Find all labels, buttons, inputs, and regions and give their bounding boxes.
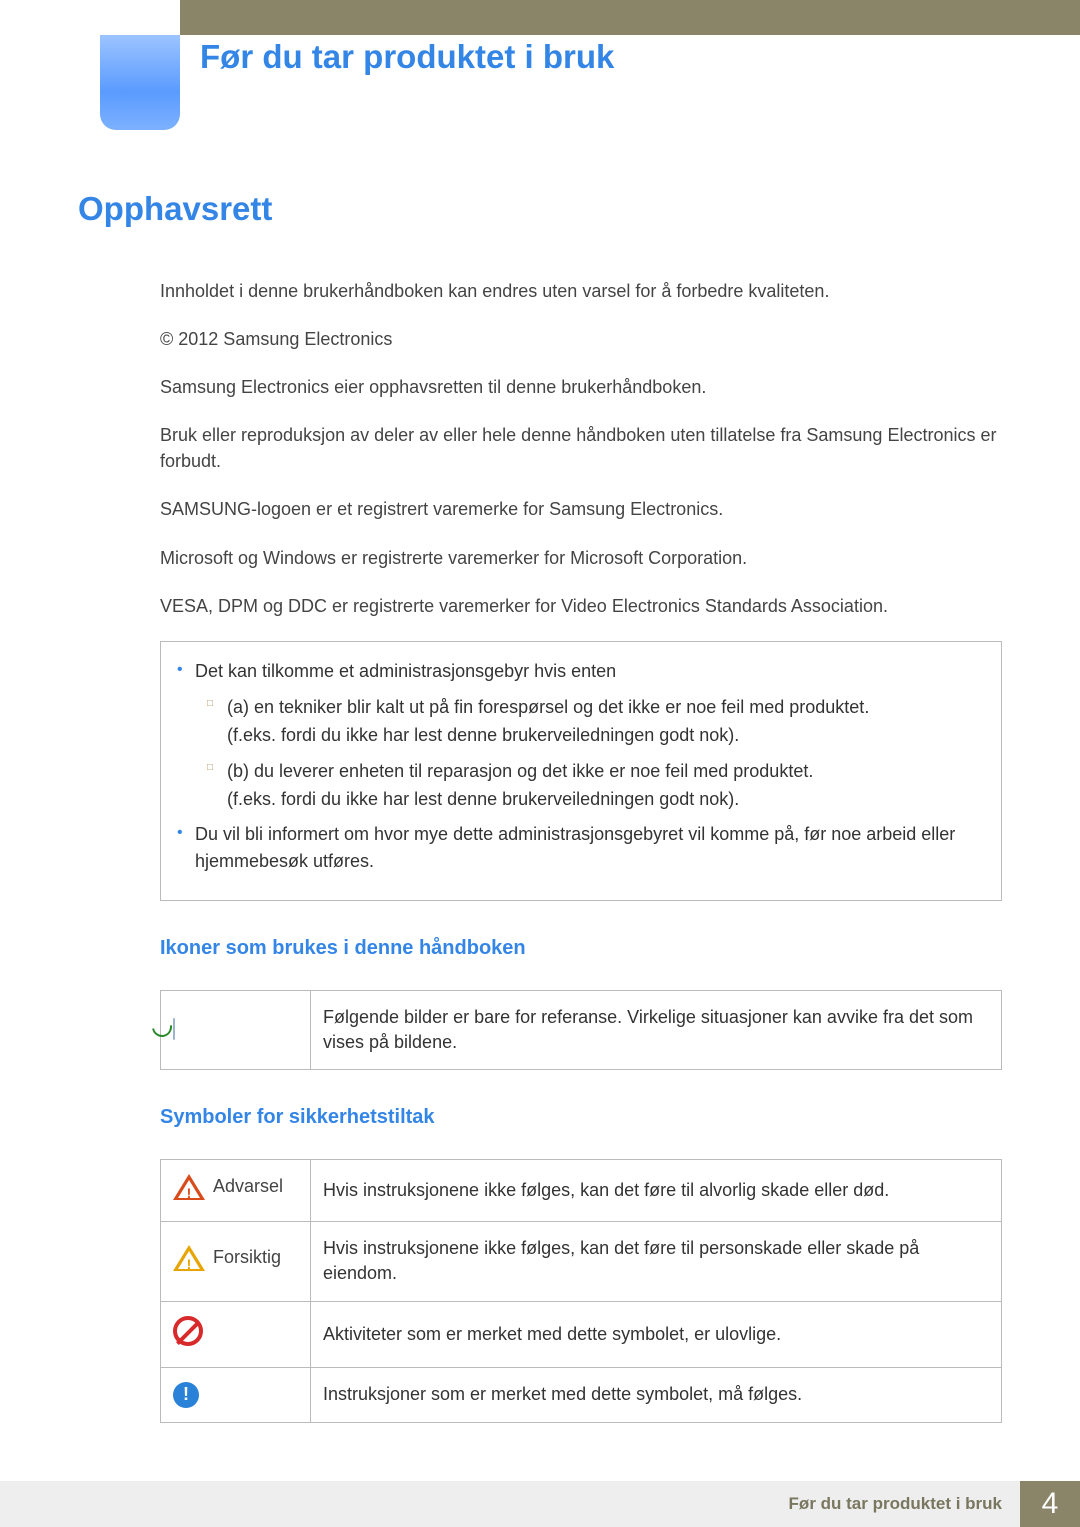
icon-cell bbox=[161, 1301, 311, 1367]
footer-page-number: 4 bbox=[1020, 1481, 1080, 1527]
mandatory-icon: ! bbox=[173, 1382, 199, 1408]
icon-cell: ! Forsiktig bbox=[161, 1222, 311, 1301]
warning-text: Hvis instruksjonene ikke følges, kan det… bbox=[311, 1159, 1002, 1221]
intro-p: Microsoft og Windows er registrerte vare… bbox=[160, 545, 1002, 571]
subsection-safety-title: Symboler for sikkerhetstiltak bbox=[160, 1106, 1002, 1129]
intro-p: Samsung Electronics eier opphavsretten t… bbox=[160, 374, 1002, 400]
table-row: Følgende bilder er bare for referanse. V… bbox=[161, 990, 1002, 1069]
admin-fee-note-box: Det kan tilkomme et administrasjonsgebyr… bbox=[160, 641, 1002, 901]
warning-icon: ! bbox=[173, 1174, 205, 1200]
note-sub-bullet: (b) du leverer enheten til reparasjon og… bbox=[173, 758, 983, 814]
intro-paragraphs: Innholdet i denne brukerhåndboken kan en… bbox=[160, 278, 1002, 619]
intro-p: Bruk eller reproduksjon av deler av elle… bbox=[160, 422, 1002, 474]
table-row: ! Instruksjoner som er merket med dette … bbox=[161, 1367, 1002, 1422]
footer-chapter-text: Før du tar produktet i bruk bbox=[0, 1481, 1020, 1527]
page-footer: Før du tar produktet i bruk 4 bbox=[0, 1481, 1080, 1527]
caution-label: Forsiktig bbox=[213, 1245, 281, 1270]
note-bullet: Du vil bli informert om hvor mye dette a… bbox=[173, 821, 983, 873]
intro-p: Innholdet i denne brukerhåndboken kan en… bbox=[160, 278, 1002, 304]
intro-p: SAMSUNG-logoen er et registrert varemerk… bbox=[160, 496, 1002, 522]
chapter-tab bbox=[0, 35, 180, 130]
chapter-title: Før du tar produktet i bruk bbox=[200, 38, 614, 76]
section-title: Opphavsrett bbox=[78, 190, 1002, 228]
chapter-tab-indicator bbox=[100, 35, 180, 130]
note-sub-text: (b) du leverer enheten til reparasjon og… bbox=[227, 761, 813, 781]
note-sub-text: (a) en tekniker blir kalt ut på fin fore… bbox=[227, 697, 869, 717]
prohibited-text: Aktiviteter som er merket med dette symb… bbox=[311, 1301, 1002, 1367]
table-row: ! Advarsel Hvis instruksjonene ikke følg… bbox=[161, 1159, 1002, 1221]
safety-symbols-table: ! Advarsel Hvis instruksjonene ikke følg… bbox=[160, 1159, 1002, 1423]
note-sub-bullet: (a) en tekniker blir kalt ut på fin fore… bbox=[173, 694, 983, 750]
icon-cell: ! bbox=[161, 1367, 311, 1422]
icon-cell bbox=[161, 990, 311, 1069]
subsection-icons-title: Ikoner som brukes i denne håndboken bbox=[160, 937, 1002, 960]
note-sub-text: (f.eks. fordi du ikke har lest denne bru… bbox=[227, 722, 983, 750]
note-bullet: Det kan tilkomme et administrasjonsgebyr… bbox=[173, 658, 983, 684]
icon-cell: ! Advarsel bbox=[161, 1159, 311, 1221]
warning-label: Advarsel bbox=[213, 1174, 283, 1199]
icons-used-table: Følgende bilder er bare for referanse. V… bbox=[160, 990, 1002, 1070]
prohibited-icon bbox=[173, 1316, 203, 1346]
table-row: ! Forsiktig Hvis instruksjonene ikke føl… bbox=[161, 1222, 1002, 1301]
caution-icon: ! bbox=[173, 1245, 205, 1271]
reference-note-icon bbox=[173, 1018, 175, 1040]
page-content: Opphavsrett Innholdet i denne brukerhånd… bbox=[78, 190, 1002, 1423]
icon-description: Følgende bilder er bare for referanse. V… bbox=[311, 990, 1002, 1069]
header-bar bbox=[180, 0, 1080, 35]
intro-p: © 2012 Samsung Electronics bbox=[160, 326, 1002, 352]
intro-p: VESA, DPM og DDC er registrerte varemerk… bbox=[160, 593, 1002, 619]
caution-text: Hvis instruksjonene ikke følges, kan det… bbox=[311, 1222, 1002, 1301]
note-sub-text: (f.eks. fordi du ikke har lest denne bru… bbox=[227, 786, 983, 814]
mandatory-text: Instruksjoner som er merket med dette sy… bbox=[311, 1367, 1002, 1422]
table-row: Aktiviteter som er merket med dette symb… bbox=[161, 1301, 1002, 1367]
